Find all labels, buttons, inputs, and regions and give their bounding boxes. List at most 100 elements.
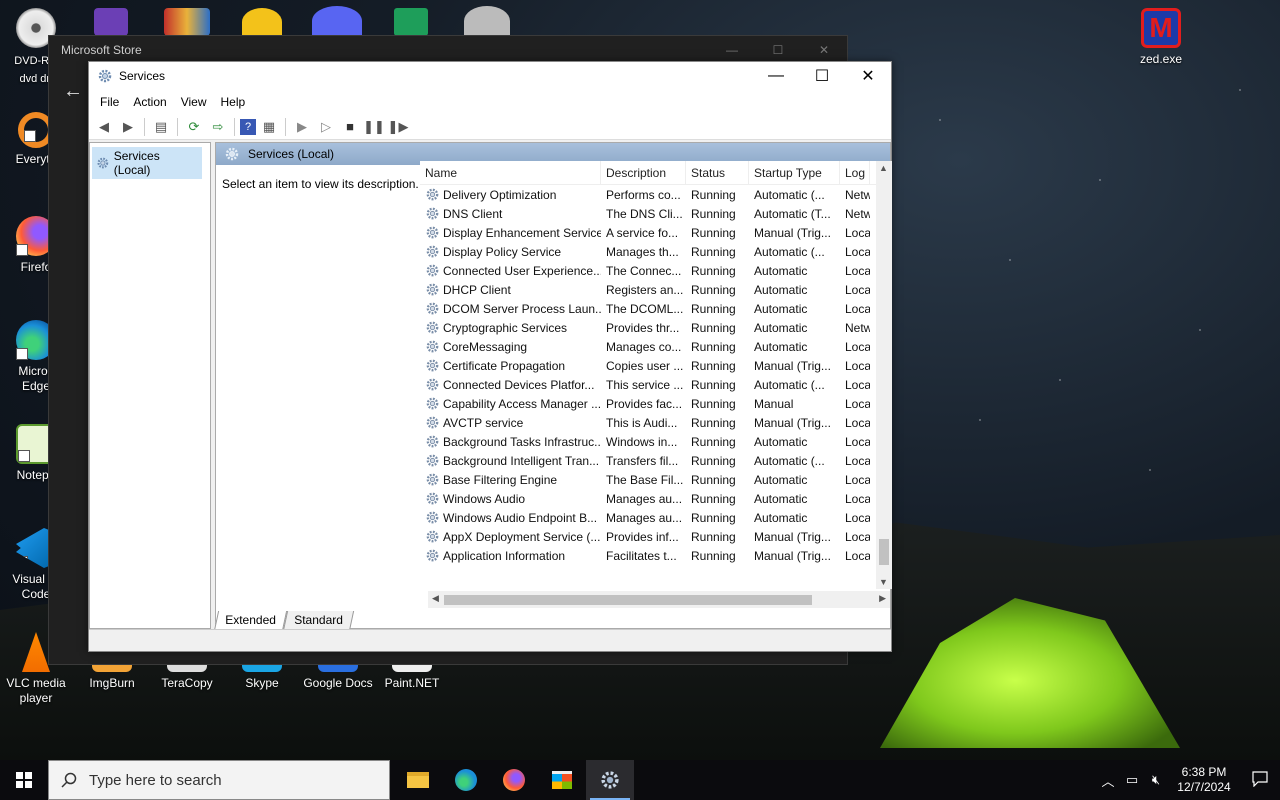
services-titlebar[interactable]: Services — ☐ ✕ — [89, 62, 891, 90]
taskbar-apps — [394, 760, 634, 800]
desktop-icon-zed[interactable]: M zed.exe — [1125, 8, 1197, 67]
service-startup-type: Manual (Trig... — [754, 548, 831, 563]
table-row[interactable]: DHCP Client Registers an... Running Automat… — [420, 280, 892, 299]
export-list-icon[interactable]: ⇨ — [207, 116, 229, 138]
taskbar-services[interactable] — [586, 760, 634, 800]
refresh-icon[interactable]: ⟳ — [183, 116, 205, 138]
tree-item-label: Services (Local) — [113, 149, 160, 177]
pause-service-icon[interactable]: ❚❚ — [363, 116, 385, 138]
desktop-icon-top-2[interactable] — [164, 8, 210, 36]
desktop-icon-top-6[interactable] — [464, 6, 510, 36]
table-row[interactable]: CoreMessaging Manages co... Running Automat… — [420, 337, 892, 356]
restart-service-icon[interactable]: ❚▶ — [387, 116, 409, 138]
tree-item-services-local[interactable]: Services (Local) — [92, 147, 202, 179]
service-name: DCOM Server Process Laun... — [420, 301, 601, 316]
desktop-icon-top-1[interactable] — [94, 8, 128, 36]
volume-muted-icon[interactable]: 🔇︎ — [1144, 772, 1168, 788]
table-row[interactable]: Application Information Facilitates t... R… — [420, 546, 892, 565]
table-row[interactable]: Background Tasks Infrastruc... Windows in… — [420, 432, 892, 451]
taskbar-microsoft-store[interactable] — [538, 760, 586, 800]
desktop-icon-top-3[interactable] — [242, 8, 282, 36]
maximize-button[interactable]: ☐ — [799, 62, 845, 90]
start-service-alt-icon[interactable]: ▷ — [315, 116, 337, 138]
service-gear-icon — [426, 473, 439, 486]
back-arrow-icon[interactable]: ← — [63, 80, 83, 103]
store-minimize-button[interactable]: — — [709, 36, 755, 64]
service-name: CoreMessaging — [420, 339, 601, 354]
table-row[interactable]: DCOM Server Process Laun... The DCOML... R… — [420, 299, 892, 318]
table-row[interactable]: Connected Devices Platfor... This service… — [420, 375, 892, 394]
table-row[interactable]: Delivery Optimization Performs co... Runni… — [420, 185, 892, 204]
service-gear-icon — [426, 397, 439, 410]
service-gear-icon — [426, 321, 439, 334]
column-startup-type[interactable]: Startup Type — [749, 161, 840, 184]
chevron-up-icon[interactable]: ︿ — [1096, 771, 1120, 790]
scroll-down-icon[interactable]: ▼ — [879, 577, 888, 587]
tab-standard[interactable]: Standard — [282, 611, 354, 631]
scroll-right-icon[interactable]: ▶ — [879, 593, 886, 604]
desktop-icon-top-5[interactable] — [394, 8, 428, 36]
menu-help[interactable]: Help — [214, 95, 253, 109]
service-name: AVCTP service — [420, 415, 601, 430]
taskbar-firefox[interactable] — [490, 760, 538, 800]
forward-icon[interactable]: ▶ — [117, 116, 139, 138]
table-row[interactable]: Base Filtering Engine The Base Fil... Runn… — [420, 470, 892, 489]
taskbar-file-explorer[interactable] — [394, 760, 442, 800]
service-log-on-as: Netw — [845, 320, 870, 335]
close-button[interactable]: ✕ — [845, 62, 891, 90]
vertical-scroll-thumb[interactable] — [879, 539, 889, 565]
table-row[interactable]: Display Policy Service Manages th... Runni… — [420, 242, 892, 261]
taskbar-clock[interactable]: 6:38 PM 12/7/2024 — [1168, 765, 1240, 795]
table-row[interactable]: Cryptographic Services Provides thr... Run… — [420, 318, 892, 337]
service-name: Connected Devices Platfor... — [420, 377, 601, 392]
table-row[interactable]: Display Enhancement Service A service fo.… — [420, 223, 892, 242]
properties-icon[interactable]: ▦ — [258, 116, 280, 138]
show-hide-tree-icon[interactable]: ▤ — [150, 116, 172, 138]
service-status: Running — [691, 206, 736, 221]
table-row[interactable]: Certificate Propagation Copies user ... Ru… — [420, 356, 892, 375]
table-row[interactable]: Background Intelligent Tran... Transfers … — [420, 451, 892, 470]
column-log-on-as[interactable]: Log — [840, 161, 870, 184]
table-row[interactable]: AppX Deployment Service (... Provides inf… — [420, 527, 892, 546]
service-description: Provides fac... — [606, 396, 683, 411]
horizontal-scroll-thumb[interactable] — [444, 595, 812, 605]
service-startup-type: Manual (Trig... — [754, 415, 831, 430]
taskbar-search-box[interactable]: Type here to search — [48, 760, 390, 800]
minimize-button[interactable]: — — [753, 62, 799, 90]
table-row[interactable]: Windows Audio Manages au... Running Automat… — [420, 489, 892, 508]
table-row[interactable]: Capability Access Manager ... Provides fa… — [420, 394, 892, 413]
service-name: AppX Deployment Service (... — [420, 529, 601, 544]
start-service-icon[interactable]: ▶ — [291, 116, 313, 138]
column-description[interactable]: Description — [601, 161, 686, 184]
tab-extended[interactable]: Extended — [213, 611, 287, 631]
taskbar-edge[interactable] — [442, 760, 490, 800]
menu-action[interactable]: Action — [126, 95, 173, 109]
desktop-icon-top-4[interactable] — [312, 6, 362, 36]
start-button[interactable] — [0, 760, 48, 800]
services-rows: Delivery Optimization Performs co... Runni… — [420, 185, 892, 565]
store-maximize-button[interactable]: ☐ — [755, 36, 801, 64]
service-startup-type: Automatic (... — [754, 453, 825, 468]
vertical-scrollbar[interactable]: ▲ ▼ — [876, 161, 892, 589]
back-icon[interactable]: ◀ — [93, 116, 115, 138]
table-row[interactable]: Connected User Experience... The Connec..… — [420, 261, 892, 280]
notification-icon[interactable] — [1240, 770, 1280, 790]
stop-service-icon[interactable]: ■ — [339, 116, 361, 138]
network-icon[interactable]: ▭ — [1120, 772, 1144, 788]
column-status[interactable]: Status — [686, 161, 749, 184]
scroll-up-icon[interactable]: ▲ — [879, 163, 888, 173]
menu-file[interactable]: File — [93, 95, 126, 109]
system-tray: ︿ ▭ 🔇︎ 6:38 PM 12/7/2024 — [1096, 760, 1280, 800]
menu-view[interactable]: View — [174, 95, 214, 109]
table-row[interactable]: Windows Audio Endpoint B... Manages au...… — [420, 508, 892, 527]
table-row[interactable]: AVCTP service This is Audi... Running Manua… — [420, 413, 892, 432]
store-close-button[interactable]: ✕ — [801, 36, 847, 64]
service-startup-type: Manual (Trig... — [754, 358, 831, 373]
service-startup-type: Automatic — [754, 510, 808, 525]
horizontal-scrollbar[interactable]: ◀ ▶ — [428, 591, 890, 608]
table-row[interactable]: DNS Client The DNS Cli... Running Automatic… — [420, 204, 892, 223]
scroll-left-icon[interactable]: ◀ — [432, 593, 439, 604]
help-icon[interactable]: ? — [240, 118, 256, 135]
column-name[interactable]: Name — [420, 161, 601, 184]
store-icon — [552, 771, 572, 789]
